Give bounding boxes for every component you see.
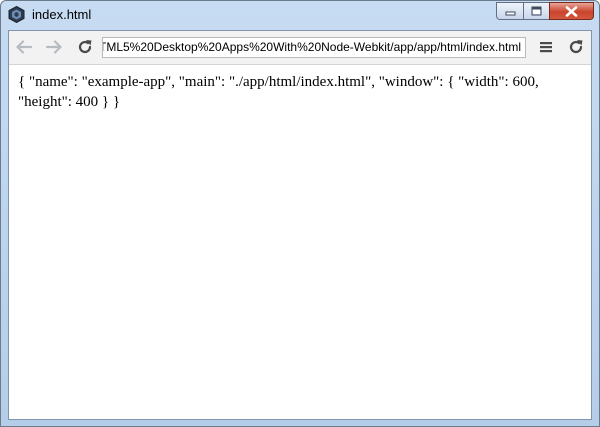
page-content: { "name": "example-app", "main": "./app/… <box>18 74 539 110</box>
minimize-button[interactable] <box>496 2 523 20</box>
reload-icon <box>78 40 92 54</box>
window-title: index.html <box>32 7 92 22</box>
minimize-icon <box>505 11 515 16</box>
back-button[interactable] <box>14 37 34 57</box>
address-bar[interactable]: HTML5%20Desktop%20Apps%20With%20Node-Web… <box>102 37 526 58</box>
maximize-button[interactable] <box>523 2 549 20</box>
node-webkit-app-icon <box>8 5 25 24</box>
menu-button[interactable] <box>536 37 556 57</box>
close-button[interactable] <box>549 2 594 20</box>
arrow-right-icon <box>46 40 62 54</box>
forward-button[interactable] <box>44 37 64 57</box>
reload-icon <box>569 40 583 54</box>
window-controls <box>496 2 594 21</box>
toolbar: HTML5%20Desktop%20Apps%20With%20Node-Web… <box>9 31 591 65</box>
url-text[interactable]: HTML5%20Desktop%20Apps%20With%20Node-Web… <box>103 40 521 54</box>
title-bar[interactable]: index.html <box>1 1 599 29</box>
reload-button-right[interactable] <box>566 37 586 57</box>
app-window: index.html HTML5%20Desktop%20Apps%20With… <box>0 0 600 427</box>
maximize-icon <box>531 6 542 16</box>
hamburger-menu-icon <box>540 42 552 53</box>
reload-button[interactable] <box>75 37 95 57</box>
browser-client-area: HTML5%20Desktop%20Apps%20With%20Node-Web… <box>8 30 592 420</box>
close-icon <box>565 5 578 17</box>
arrow-left-icon <box>16 40 32 54</box>
